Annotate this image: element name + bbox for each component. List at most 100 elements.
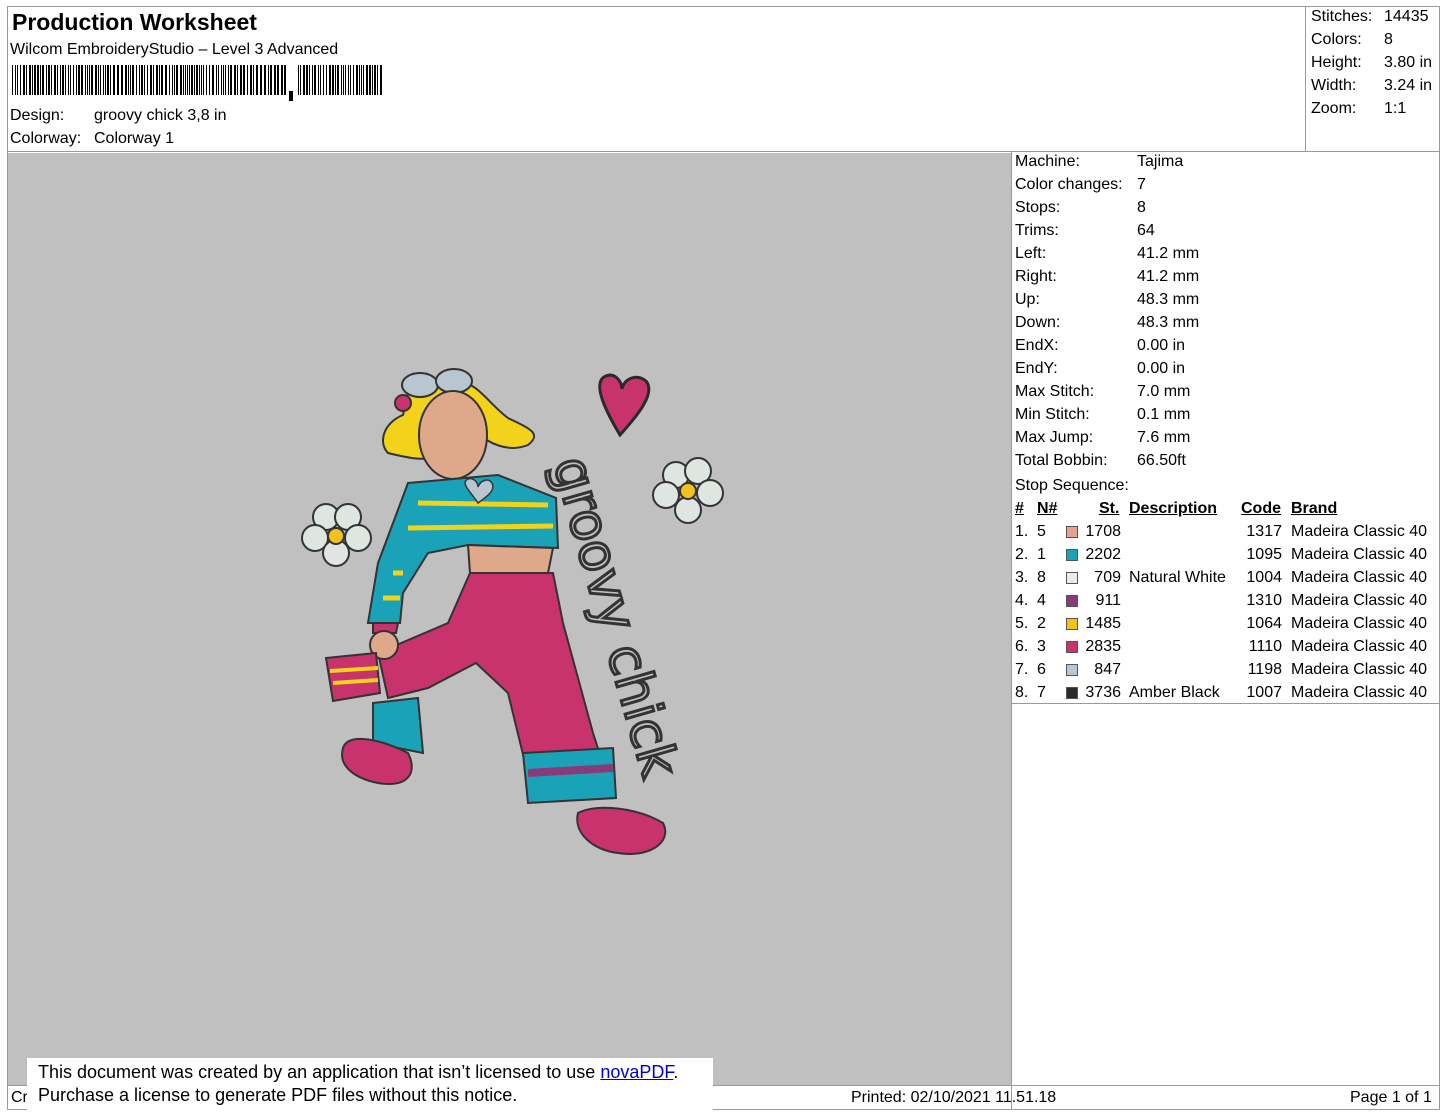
- summary-height-label: Height:: [1311, 54, 1362, 71]
- stop-row-brand: Madeira Classic 40: [1291, 546, 1428, 563]
- stop-row-stitches: 2202: [1085, 546, 1121, 563]
- machine-info-label: Max Jump:: [1015, 429, 1094, 446]
- stop-row-needle: 6: [1037, 661, 1046, 678]
- stop-row-needle: 8: [1037, 569, 1046, 586]
- stop-row-brand: Madeira Classic 40: [1291, 638, 1428, 655]
- stop-row-brand: Madeira Classic 40: [1291, 569, 1428, 586]
- stop-row-stitches: 1485: [1085, 615, 1121, 632]
- machine-info-value: 48.3 mm: [1137, 291, 1200, 308]
- machine-info-value: 0.1 mm: [1137, 406, 1191, 423]
- stop-row-stitches: 2835: [1085, 638, 1121, 655]
- stop-row-index: 7.: [1015, 661, 1029, 678]
- machine-info-label: Min Stitch:: [1015, 406, 1090, 423]
- stop-row-index: 4.: [1015, 592, 1029, 609]
- stop-sequence-title: Stop Sequence:: [1015, 477, 1129, 494]
- machine-info-label: EndX:: [1015, 337, 1059, 354]
- stop-row-brand: Madeira Classic 40: [1291, 684, 1428, 701]
- col-header-st: St.: [1099, 500, 1120, 517]
- stop-row-stitches: 911: [1095, 592, 1121, 609]
- flower-icon-left: [301, 503, 372, 567]
- summary-width-label: Width:: [1311, 77, 1357, 94]
- stop-row-brand: Madeira Classic 40: [1291, 661, 1428, 678]
- stop-row-stitches: 709: [1094, 569, 1121, 586]
- col-header-n: N#: [1037, 500, 1058, 517]
- machine-info-value: 7: [1137, 176, 1146, 193]
- notice-line-2: Purchase a license to generate PDF files…: [38, 1085, 518, 1105]
- embroidery-illustration: groovy chick: [301, 368, 724, 855]
- machine-info-label: Stops:: [1015, 199, 1061, 216]
- design-label: Design:: [10, 107, 65, 124]
- machine-info-value: 64: [1137, 222, 1155, 239]
- machine-info-label: Color changes:: [1015, 176, 1123, 193]
- machine-info-value: 8: [1137, 199, 1146, 216]
- page-title: Production Worksheet: [12, 9, 257, 35]
- stop-row-stitches: 3736: [1085, 684, 1121, 701]
- col-header-brand: Brand: [1291, 500, 1338, 517]
- stop-row-stitches: 1708: [1085, 523, 1121, 540]
- stop-row-code: 1310: [1246, 592, 1282, 609]
- summary-stitches-value: 14435: [1384, 8, 1429, 25]
- heart-icon: [598, 373, 651, 438]
- stop-row-code: 1095: [1246, 546, 1282, 563]
- design-preview: groovy chick: [8, 153, 1011, 1085]
- notice-line-1: This document was created by an applicat…: [38, 1061, 713, 1084]
- summary-width-value: 3.24 in: [1384, 77, 1433, 94]
- design-value: groovy chick 3,8 in: [94, 107, 227, 124]
- machine-info-label: Left:: [1015, 245, 1047, 262]
- machine-info-label: Total Bobbin:: [1015, 452, 1108, 469]
- page-number: Page 1 of 1: [1350, 1089, 1432, 1106]
- machine-info-value: Tajima: [1137, 153, 1184, 170]
- summary-stitches-label: Stitches:: [1311, 8, 1373, 25]
- stop-row-brand: Madeira Classic 40: [1291, 615, 1428, 632]
- stop-row-index: 3.: [1015, 569, 1029, 586]
- col-header-code: Code: [1241, 500, 1281, 517]
- stop-row-brand: Madeira Classic 40: [1291, 592, 1428, 609]
- summary-height-value: 3.80 in: [1384, 54, 1433, 71]
- printed-timestamp: Printed: 02/10/2021 11.51.18: [851, 1089, 1057, 1106]
- machine-info-label: Trims:: [1015, 222, 1059, 239]
- machine-info-value: 0.00 in: [1137, 360, 1186, 377]
- machine-info-value: 7.0 mm: [1137, 383, 1191, 400]
- license-notice: This document was created by an applicat…: [27, 1058, 713, 1110]
- summary-colors-label: Colors:: [1311, 31, 1362, 48]
- stop-row-needle: 7: [1037, 684, 1046, 701]
- machine-info-value: 48.3 mm: [1137, 314, 1200, 331]
- barcode: [12, 65, 382, 101]
- stop-row-needle: 4: [1037, 592, 1046, 609]
- divider: [1011, 703, 1440, 704]
- stop-row-index: 8.: [1015, 684, 1029, 701]
- colorway-label: Colorway:: [10, 130, 82, 147]
- machine-info-label: Machine:: [1015, 153, 1080, 170]
- stop-row-description: Natural White: [1129, 569, 1226, 586]
- stop-row-description: Amber Black: [1129, 684, 1220, 701]
- stop-row-needle: 1: [1037, 546, 1046, 563]
- stop-row-index: 1.: [1015, 523, 1029, 540]
- stop-row-code: 1198: [1247, 661, 1282, 678]
- notice-period: .: [673, 1062, 679, 1082]
- machine-info-value: 41.2 mm: [1137, 268, 1200, 285]
- stop-row-needle: 3: [1037, 638, 1046, 655]
- machine-info-value: 41.2 mm: [1137, 245, 1200, 262]
- stop-row-index: 6.: [1015, 638, 1029, 655]
- machine-info-value: 7.6 mm: [1137, 429, 1191, 446]
- novapdf-link[interactable]: novaPDF: [600, 1062, 673, 1082]
- machine-info-label: Right:: [1015, 268, 1057, 285]
- stop-row-code: 1007: [1246, 684, 1282, 701]
- flower-icon-right: [652, 457, 724, 524]
- col-header-description: Description: [1129, 500, 1218, 517]
- stop-row-code: 1110: [1248, 638, 1282, 655]
- stop-row-code: 1064: [1246, 615, 1282, 632]
- colorway-value: Colorway 1: [94, 130, 175, 147]
- machine-info-label: Max Stitch:: [1015, 383, 1095, 400]
- stop-row-index: 5.: [1015, 615, 1029, 632]
- notice-text: This document was created by an applicat…: [38, 1062, 601, 1082]
- stop-row-stitches: 847: [1094, 661, 1121, 678]
- machine-info-value: 66.50ft: [1137, 452, 1186, 469]
- col-header-num: #: [1015, 500, 1024, 517]
- machine-info-label: Up:: [1015, 291, 1040, 308]
- footer-fragment: Cr: [11, 1089, 28, 1106]
- machine-info-label: EndY:: [1015, 360, 1058, 377]
- machine-info-value: 0.00 in: [1137, 337, 1186, 354]
- stop-row-needle: 2: [1037, 615, 1046, 632]
- summary-zoom-label: Zoom:: [1311, 100, 1357, 117]
